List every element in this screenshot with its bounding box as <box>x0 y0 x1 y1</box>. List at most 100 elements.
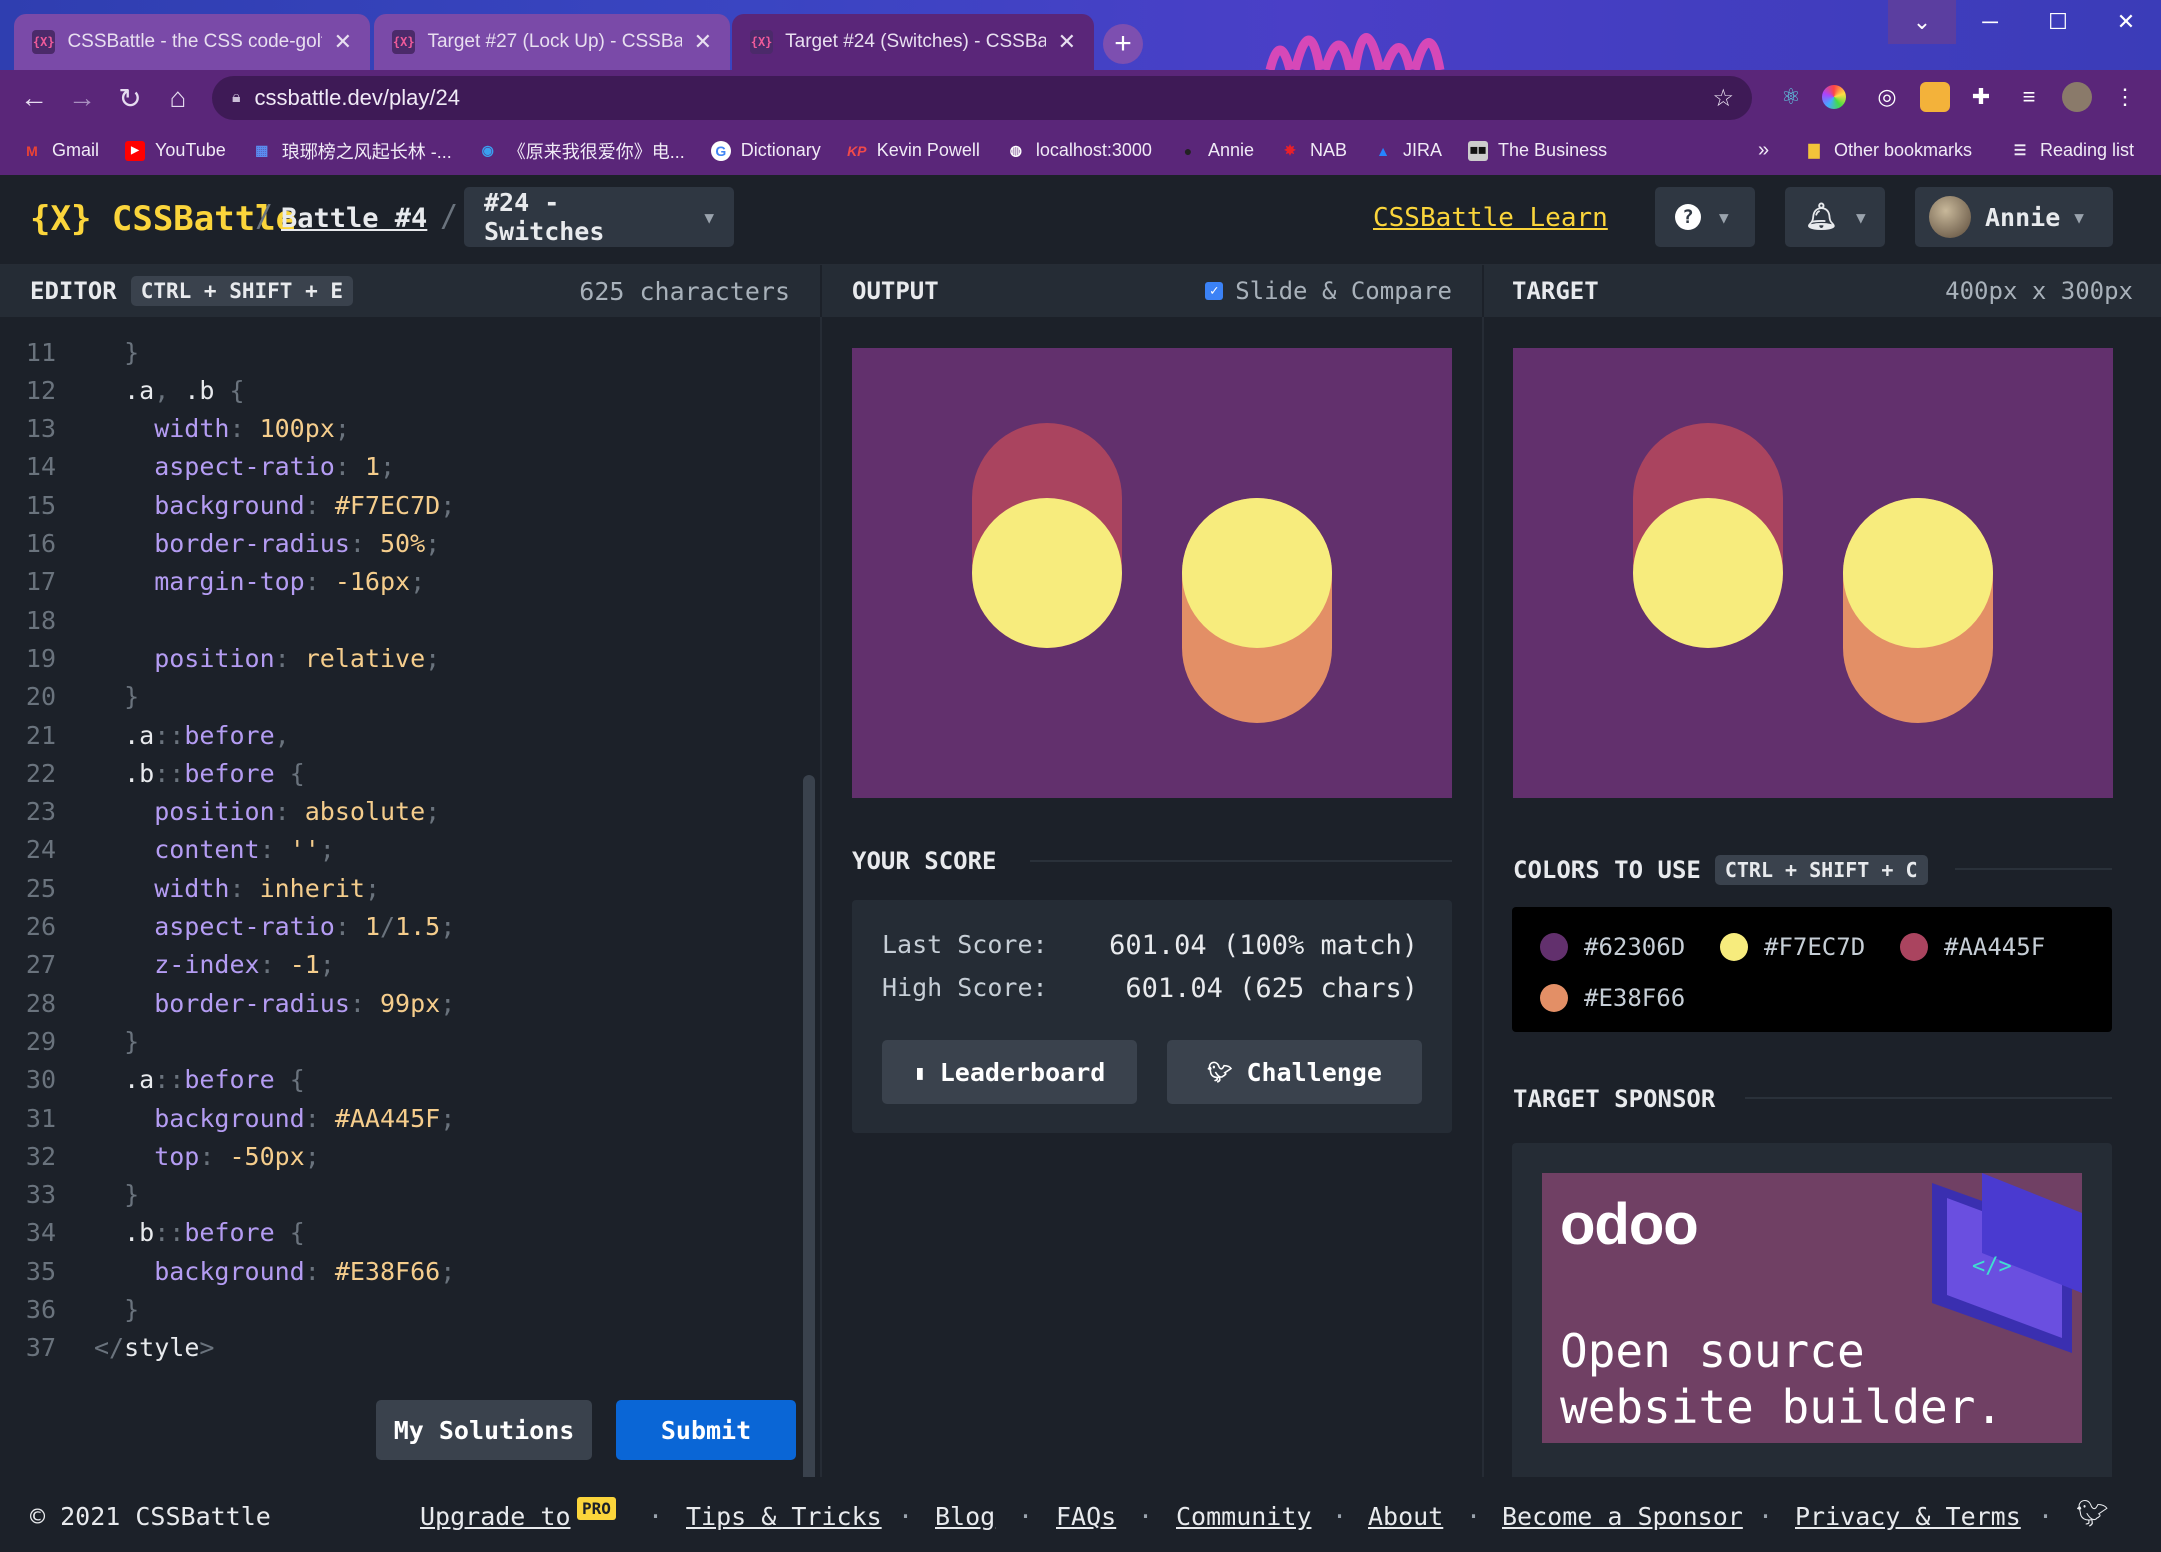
privacy-terms-link[interactable]: Privacy & Terms <box>1795 1502 2021 1531</box>
code-line[interactable]: 26 aspect-ratio: 1/1.5; <box>0 908 455 946</box>
code-line[interactable]: 32 top: -50px; <box>0 1137 320 1175</box>
community-link[interactable]: Community <box>1176 1502 1311 1531</box>
code-line[interactable]: 27 z-index: -1; <box>0 946 335 984</box>
battle-link[interactable]: Battle #4 <box>281 203 427 234</box>
close-icon[interactable]: ✕ <box>1058 29 1076 55</box>
code-line[interactable]: 24 content: ''; <box>0 831 335 869</box>
google-icon: G <box>710 140 731 161</box>
code-line[interactable]: 15 background: #F7EC7D; <box>0 486 455 524</box>
code-line[interactable]: 17 margin-top: -16px; <box>0 563 425 601</box>
bookmark-localhost[interactable]: ◍ localhost:3000 <box>1006 140 1152 161</box>
color-swatch[interactable]: #AA445F <box>1900 933 2045 961</box>
bookmark-langyabang[interactable]: ▦ 琅琊榜之风起长林 -... <box>252 138 452 164</box>
editor-scrollbar[interactable] <box>803 775 815 1550</box>
bookmark-the-business[interactable]: ◼◼ The Business <box>1468 140 1607 161</box>
tips-tricks-link[interactable]: Tips & Tricks <box>686 1502 882 1531</box>
react-devtools-icon[interactable]: ⚛ <box>1776 82 1806 112</box>
code-line[interactable]: 29 } <box>0 1022 139 1060</box>
bookmark-gmail[interactable]: M Gmail <box>22 140 99 161</box>
new-tab-button[interactable]: + <box>1103 24 1143 64</box>
my-solutions-button[interactable]: My Solutions <box>376 1400 592 1460</box>
close-icon[interactable]: ✕ <box>694 29 712 55</box>
bookmark-youtube[interactable]: ▶ YouTube <box>125 140 226 161</box>
checkbox-checked-icon[interactable]: ✓ <box>1205 282 1224 300</box>
code-line[interactable]: 21 .a:: before, <box>0 716 290 754</box>
bookmark-kevin-powell[interactable]: KP Kevin Powell <box>847 140 980 161</box>
code-line[interactable]: 28 border-radius: 99px; <box>0 984 455 1022</box>
leaderboard-button[interactable]: ▮ Leaderboard <box>882 1040 1137 1104</box>
profile-avatar[interactable] <box>2062 82 2092 112</box>
reading-list[interactable]: ☰ Reading list <box>2010 140 2134 161</box>
code-line[interactable]: 37 </style > <box>0 1329 215 1367</box>
kebab-menu-icon[interactable]: ⋮ <box>2110 82 2140 112</box>
submit-button[interactable]: Submit <box>616 1400 796 1460</box>
github-icon: ● <box>1183 142 1193 159</box>
bookmark-annie[interactable]: ● Annie <box>1178 140 1254 161</box>
code-editor[interactable]: 11 } 12 .a, .b {13 width: 100px; 14 aspect… <box>0 317 820 1477</box>
code-line[interactable]: 31 background: #AA445F; <box>0 1099 455 1137</box>
home-button[interactable]: ⌂ <box>158 78 198 118</box>
color-picker-extension-icon[interactable] <box>1822 85 1846 109</box>
colors-heading: COLORS TO USE CTRL + SHIFT + C <box>1513 855 1928 885</box>
notes-extension-icon[interactable] <box>1920 82 1950 112</box>
bookmarks-overflow-button[interactable]: » <box>1758 139 1769 162</box>
tab-target-27[interactable]: {X} Target #27 (Lock Up) - CSSBattle ✕ <box>374 14 730 70</box>
learn-link[interactable]: CSSBattle Learn <box>1373 203 1608 233</box>
slide-compare-toggle[interactable]: ✓ Slide & Compare <box>1205 277 1452 305</box>
forward-button[interactable]: → <box>62 78 102 118</box>
become-sponsor-link[interactable]: Become a Sponsor <box>1502 1502 1743 1531</box>
blog-link[interactable]: Blog <box>935 1502 995 1531</box>
odoo-ad[interactable]: </> odoo Open source website builder. <box>1542 1173 2082 1443</box>
code-line[interactable]: 23 position: absolute; <box>0 793 440 831</box>
target-extension-icon[interactable]: ◎ <box>1872 82 1902 112</box>
challenge-button[interactable]: 🐦︎ Challenge <box>1167 1040 1422 1104</box>
code-line[interactable]: 18 <box>0 601 94 639</box>
code-line[interactable]: 14 aspect-ratio: 1; <box>0 448 395 486</box>
code-line[interactable]: 30 .a:: before { <box>0 1061 305 1099</box>
code-line[interactable]: 25 width: inherit; <box>0 869 380 907</box>
browser-toolbar: ← → ↻ ⌂ 🔒︎ cssbattle.dev/play/24 ☆ ⚛ ◎ ✚… <box>0 70 2161 126</box>
back-button[interactable]: ← <box>14 78 54 118</box>
user-menu[interactable]: Annie ▼ <box>1915 187 2113 247</box>
code-line[interactable]: 11 } <box>0 333 139 371</box>
target-canvas <box>1513 348 2113 798</box>
help-button[interactable]: ? ▼ <box>1655 187 1755 247</box>
close-icon[interactable]: ✕ <box>334 29 352 55</box>
code-line[interactable]: 19 position: relative; <box>0 639 440 677</box>
code-line[interactable]: 16 border-radius: 50%; <box>0 525 440 563</box>
close-window-button[interactable]: ✕ <box>2092 0 2160 44</box>
star-icon[interactable]: ☆ <box>1712 84 1734 113</box>
tab-search-button[interactable]: ⌄ <box>1888 0 1956 44</box>
bookmark-dictionary[interactable]: G Dictionary <box>710 140 821 161</box>
target-selector[interactable]: #24 - Switches ▼ <box>464 187 734 247</box>
code-line[interactable]: 12 .a, .b { <box>0 371 245 409</box>
tab-target-24[interactable]: {X} Target #24 (Switches) - CSSBattle ✕ <box>732 14 1094 70</box>
notifications-button[interactable]: 🔔︎ ▼ <box>1785 187 1885 247</box>
maximize-button[interactable]: ☐ <box>2024 0 2092 44</box>
extensions-puzzle-icon[interactable]: ✚ <box>1966 82 1996 112</box>
code-line[interactable]: 13 width: 100px; <box>0 410 350 448</box>
code-line[interactable]: 36 } <box>0 1291 139 1329</box>
about-link[interactable]: About <box>1368 1502 1443 1531</box>
upgrade-link[interactable]: Upgrade to <box>420 1502 571 1531</box>
color-swatch[interactable]: #62306D <box>1540 933 1685 961</box>
twitter-icon[interactable]: 🐦︎ <box>2076 1499 2109 1529</box>
bookmark-nab[interactable]: ✸ NAB <box>1280 140 1347 161</box>
output-canvas[interactable] <box>852 348 1452 798</box>
bookmark-jira[interactable]: ▲ JIRA <box>1373 140 1442 161</box>
reload-button[interactable]: ↻ <box>110 78 150 118</box>
code-line[interactable]: 20 } <box>0 678 139 716</box>
code-line[interactable]: 33 } <box>0 1176 139 1214</box>
minimize-button[interactable]: ─ <box>1956 0 2024 44</box>
media-control-icon[interactable]: ≡ <box>2014 82 2044 112</box>
code-line[interactable]: 34 .b:: before { <box>0 1214 305 1252</box>
tab-cssbattle-home[interactable]: {X} CSSBattle - the CSS code-golfing ✕ <box>14 14 370 70</box>
address-bar[interactable]: 🔒︎ cssbattle.dev/play/24 ☆ <box>212 76 1752 120</box>
code-line[interactable]: 35 background: #E38F66; <box>0 1252 455 1290</box>
color-swatch[interactable]: #F7EC7D <box>1720 933 1865 961</box>
code-line[interactable]: 22 .b:: before { <box>0 754 305 792</box>
other-bookmarks[interactable]: ▇ Other bookmarks <box>1804 140 1972 161</box>
bookmark-drama[interactable]: ◉ 《原来我很爱你》电... <box>478 138 685 164</box>
color-swatch[interactable]: #E38F66 <box>1540 984 1685 1012</box>
faqs-link[interactable]: FAQs <box>1056 1502 1116 1531</box>
